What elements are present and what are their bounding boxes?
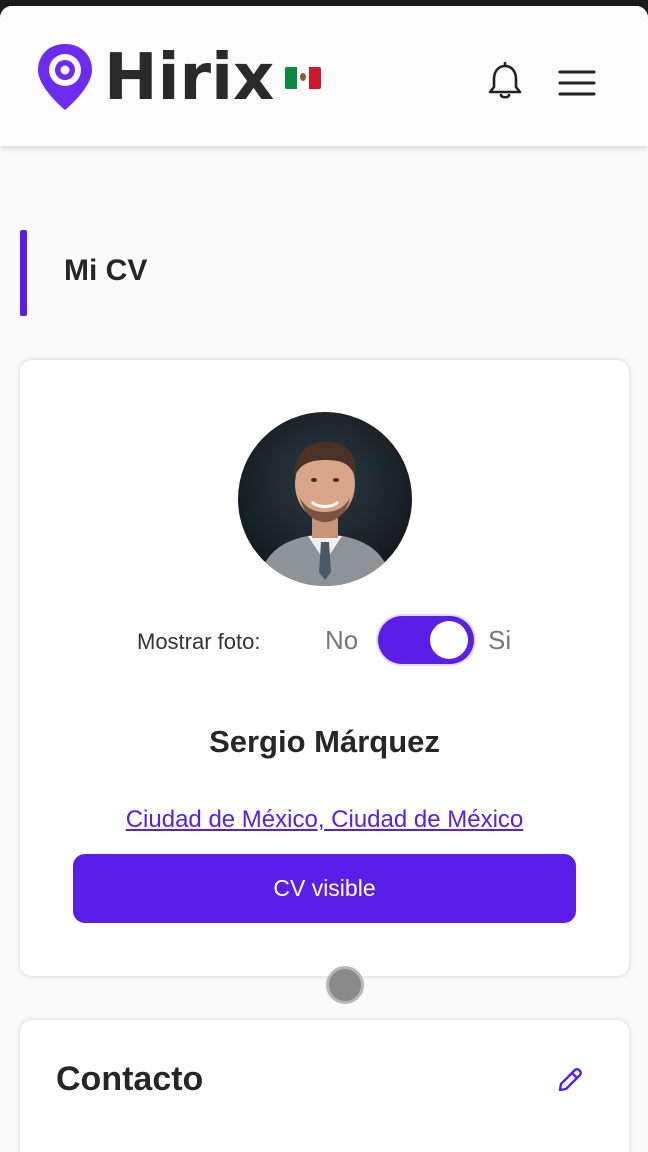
hirix-logo-icon[interactable] bbox=[36, 42, 94, 112]
hamburger-menu-icon[interactable] bbox=[558, 68, 596, 98]
profile-card: Mostrar foto: No Si Sergio Márquez Ciuda… bbox=[20, 360, 629, 976]
toggle-off-label: No bbox=[325, 625, 359, 655]
avatar[interactable] bbox=[238, 412, 412, 586]
page-title: Mi CV bbox=[64, 254, 148, 287]
top-header: Hirix bbox=[0, 6, 648, 146]
show-photo-toggle[interactable] bbox=[378, 616, 474, 664]
app-screen: Hirix Mi CV Mostrar foto: No Si Sergio M… bbox=[0, 6, 648, 1152]
bell-icon[interactable] bbox=[486, 62, 524, 102]
contact-title: Contacto bbox=[56, 1060, 204, 1098]
show-photo-label: Mostrar foto: bbox=[137, 629, 261, 654]
pencil-icon[interactable] bbox=[556, 1066, 584, 1094]
location-link[interactable]: Ciudad de México, Ciudad de México bbox=[20, 806, 629, 834]
section-accent-bar bbox=[20, 230, 27, 316]
contact-card: Contacto bbox=[20, 1020, 629, 1152]
mexico-flag-icon[interactable] bbox=[285, 67, 321, 89]
profile-name: Sergio Márquez bbox=[209, 724, 440, 759]
toggle-knob[interactable] bbox=[430, 621, 468, 659]
toggle-on-label: Si bbox=[488, 625, 512, 655]
scroll-indicator[interactable] bbox=[326, 966, 364, 1004]
cv-visible-button[interactable]: CV visible bbox=[73, 854, 576, 923]
show-photo-row: Mostrar foto: No Si bbox=[20, 616, 629, 666]
brand-name[interactable]: Hirix bbox=[104, 40, 274, 116]
